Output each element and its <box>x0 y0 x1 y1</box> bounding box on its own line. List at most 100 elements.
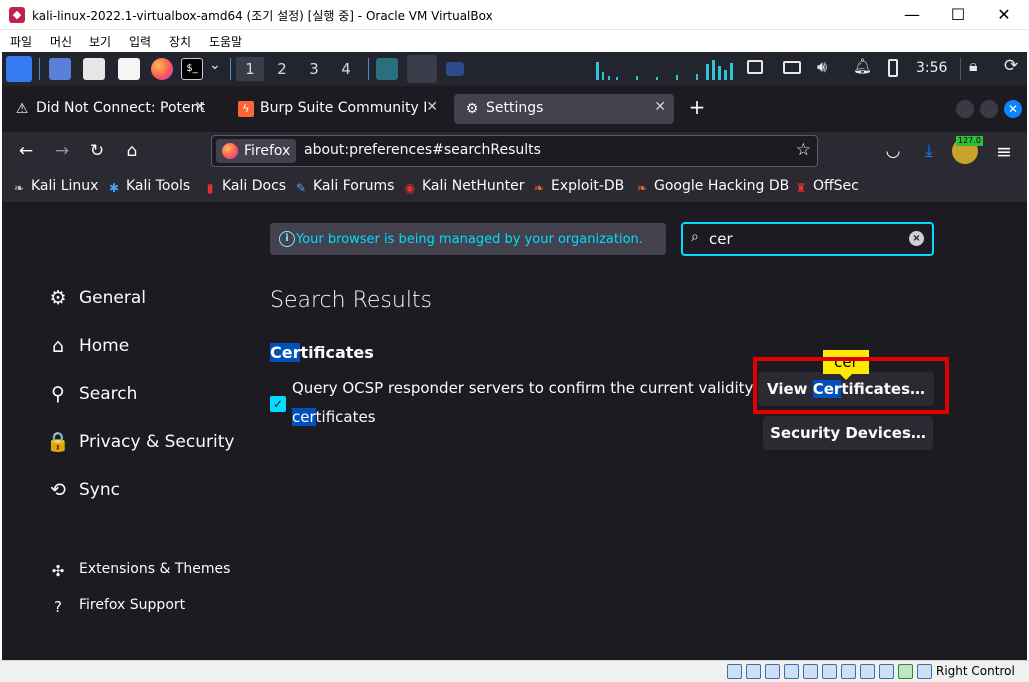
network-adapter-icon[interactable] <box>784 664 799 679</box>
workspace-1[interactable]: 1 <box>236 57 264 81</box>
keyboard-icon[interactable] <box>783 61 801 74</box>
workspace-2[interactable]: 2 <box>268 57 296 81</box>
hard-disk-icon[interactable] <box>727 664 742 679</box>
menu-view[interactable]: 보기 <box>89 33 111 50</box>
volume-icon[interactable]: 🔊︎ <box>817 57 827 77</box>
new-tab-button[interactable]: + <box>685 95 709 119</box>
taskbar-burp-icon[interactable] <box>376 58 398 80</box>
ocsp-label[interactable]: Query OCSP responder servers to confirm … <box>292 379 773 397</box>
minimize-firefox-button[interactable] <box>956 100 974 118</box>
bookmark-kali-forums[interactable]: ✎ Kali Forums <box>294 178 394 195</box>
bookmark-offsec[interactable]: ♜ OffSec <box>794 178 859 195</box>
vt-x-icon[interactable] <box>898 664 913 679</box>
recording-icon[interactable] <box>860 664 875 679</box>
optical-drive-icon[interactable] <box>746 664 761 679</box>
bookmark-google-hacking-db[interactable]: ❧ Google Hacking DB <box>635 178 789 195</box>
bookmark-kali-tools[interactable]: ✱ Kali Tools <box>107 178 190 195</box>
terminal-icon[interactable]: $_ <box>181 58 203 80</box>
bookmark-exploit-db[interactable]: ❧ Exploit-DB <box>532 178 624 195</box>
cpu-icon[interactable] <box>879 664 894 679</box>
host-menubar: 파일 머신 보기 입력 장치 도움말 <box>0 30 1029 52</box>
close-tab-icon[interactable]: ✕ <box>426 99 438 115</box>
mouse-integration-icon[interactable] <box>917 664 932 679</box>
ocsp-label-continued[interactable]: certificates <box>292 408 376 426</box>
bookmark-kali-docs[interactable]: ▮ Kali Docs <box>203 178 286 195</box>
exploitdb-icon: ❧ <box>533 181 545 195</box>
settings-search-box[interactable]: ⌕ × <box>681 222 934 256</box>
firefox-nav-bar: ← → ↻ ⌂ Firefox about:preferences#search… <box>2 132 1027 172</box>
text-editor-icon[interactable] <box>118 58 140 80</box>
workspace-3[interactable]: 3 <box>300 57 328 81</box>
close-firefox-button[interactable]: ✕ <box>1004 100 1022 118</box>
lock-screen-icon[interactable]: 🔒︎ <box>969 56 978 76</box>
highlight-annotation-box <box>753 357 949 414</box>
menu-input[interactable]: 입력 <box>129 33 151 50</box>
menu-file[interactable]: 파일 <box>10 33 32 50</box>
close-tab-icon[interactable]: ✕ <box>654 99 666 115</box>
shared-folders-icon[interactable] <box>822 664 837 679</box>
close-tab-icon[interactable]: ✕ <box>194 99 206 115</box>
notification-bell-icon[interactable]: 🔔︎ <box>853 57 872 75</box>
extension-icon[interactable]: 127.0 <box>952 136 983 164</box>
download-icon[interactable]: ⤓ <box>917 141 941 163</box>
workspace-4[interactable]: 4 <box>332 57 360 81</box>
file-manager-icon[interactable] <box>83 58 105 80</box>
firefox-launcher-icon[interactable] <box>151 58 173 80</box>
battery-icon[interactable] <box>888 59 898 77</box>
maximize-firefox-button[interactable] <box>980 100 998 118</box>
policy-notice-link[interactable]: Your browser is being managed by your or… <box>296 232 643 247</box>
display-icon[interactable] <box>841 664 856 679</box>
clear-search-icon[interactable]: × <box>909 231 924 246</box>
pocket-icon[interactable]: ◡ <box>881 141 905 163</box>
chevron-down-icon[interactable]: ⌄ <box>209 57 221 73</box>
minimize-button[interactable]: — <box>889 0 935 30</box>
url-bar[interactable]: Firefox about:preferences#searchResults … <box>211 135 818 167</box>
audio-icon[interactable] <box>765 664 780 679</box>
puzzle-icon: ✣ <box>51 562 65 580</box>
app-menu-button[interactable]: ≡ <box>992 141 1016 163</box>
usb-icon[interactable] <box>803 664 818 679</box>
maximize-button[interactable]: ☐ <box>935 0 981 30</box>
kali-menu-icon[interactable] <box>6 56 32 82</box>
ocsp-checkbox[interactable]: ✓ <box>270 396 286 412</box>
bookmarks-toolbar: ❧ Kali Linux ✱ Kali Tools ▮ Kali Docs ✎ Kali… <box>2 172 1027 202</box>
settings-search-input[interactable] <box>709 229 899 249</box>
policy-notice[interactable]: i Your browser is being managed by your … <box>270 223 666 255</box>
home-icon: ⌂ <box>51 335 65 357</box>
host-status-bar: Right Control <box>0 660 1029 682</box>
help-icon: ? <box>54 598 62 616</box>
virtualbox-app-icon: ◆ <box>9 7 25 23</box>
gear-icon: ⚙ <box>465 101 479 117</box>
security-devices-button[interactable]: Security Devices… <box>763 416 933 450</box>
menu-machine[interactable]: 머신 <box>50 33 72 50</box>
tab-settings[interactable]: ⚙ Settings ✕ <box>454 94 674 124</box>
show-desktop-icon[interactable] <box>49 58 71 80</box>
forward-button[interactable]: → <box>50 141 74 163</box>
network-icon[interactable] <box>747 60 763 74</box>
tab-did-not-connect[interactable]: ⚠ Did Not Connect: Potential Security Is… <box>4 94 214 124</box>
back-button[interactable]: ← <box>14 141 38 163</box>
bookmark-kali-linux[interactable]: ❧ Kali Linux <box>12 178 99 195</box>
menu-devices[interactable]: 장치 <box>169 33 191 50</box>
kali-docs-icon: ▮ <box>206 181 214 195</box>
taskbar-firefox-item[interactable] <box>407 55 437 83</box>
ghdb-icon: ❧ <box>636 181 648 195</box>
bookmark-kali-nethunter[interactable]: ◉ Kali NetHunter <box>403 178 525 195</box>
taskbar-window-icon[interactable] <box>446 62 464 76</box>
host-key-label: Right Control <box>936 664 1015 678</box>
kali-tools-icon: ✱ <box>108 181 120 195</box>
close-window-button[interactable]: ✕ <box>981 0 1027 30</box>
logout-icon[interactable]: ⟳ <box>1004 56 1018 76</box>
tab-burp-suite[interactable]: ϟ Burp Suite Community Edition ✕ <box>228 94 446 124</box>
panel-clock[interactable]: 3:56 <box>916 60 947 76</box>
bookmark-star-icon[interactable]: ☆ <box>796 140 811 160</box>
url-text[interactable]: about:preferences#searchResults <box>304 142 541 158</box>
cpu-graph-icon <box>596 60 733 80</box>
home-button[interactable]: ⌂ <box>120 141 144 163</box>
identity-chip[interactable]: Firefox <box>216 139 297 163</box>
menu-help[interactable]: 도움말 <box>209 33 242 50</box>
kali-forums-icon: ✎ <box>295 181 307 195</box>
warning-icon: ⚠ <box>15 101 29 117</box>
search-icon: ⚲ <box>51 383 65 405</box>
reload-button[interactable]: ↻ <box>85 141 109 163</box>
